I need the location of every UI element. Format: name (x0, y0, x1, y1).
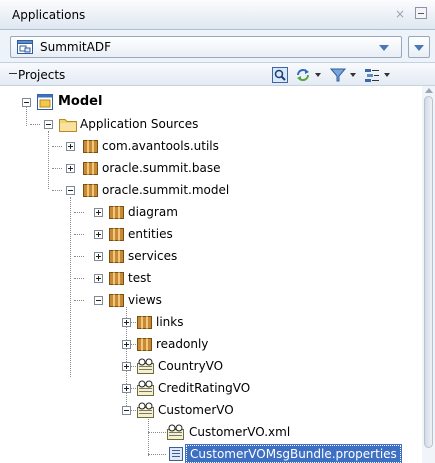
package-icon (109, 205, 124, 222)
package-icon (83, 139, 98, 156)
funnel-filter-icon[interactable] (329, 67, 347, 86)
expand-toggle[interactable] (122, 340, 131, 349)
tree-node-file-selected[interactable]: CustomerVOMsgBundle.properties (185, 444, 402, 463)
application-menu-button[interactable] (408, 36, 430, 58)
package-icon (109, 293, 124, 310)
tree-node-view-object[interactable]: CountryVO (158, 358, 223, 374)
collapse-toggle[interactable] (66, 186, 75, 195)
projects-bar: Projects (0, 62, 435, 86)
sync-icon[interactable] (295, 67, 311, 86)
xml-file-icon (167, 424, 185, 443)
package-icon (137, 315, 152, 332)
collapse-toggle[interactable] (44, 120, 53, 129)
expand-toggle[interactable] (122, 362, 131, 371)
project-tree: Model Application Sources com.avantools.… (0, 86, 419, 463)
view-object-icon (137, 402, 155, 421)
application-name: SummitADF (40, 40, 111, 54)
package-icon (137, 337, 152, 354)
properties-file-icon (168, 446, 184, 463)
application-selector[interactable]: SummitADF (10, 36, 402, 58)
filter-dropdown-arrow[interactable] (350, 73, 356, 77)
collapse-projects-icon[interactable] (9, 69, 17, 77)
tree-node-package[interactable]: oracle.summit.base (102, 160, 220, 176)
options-dropdown-arrow[interactable] (384, 73, 390, 77)
package-icon (83, 161, 98, 178)
collapse-toggle[interactable] (22, 98, 31, 107)
view-object-icon (137, 380, 155, 399)
expand-toggle[interactable] (94, 230, 103, 239)
close-icon[interactable]: × (395, 7, 405, 21)
collapse-toggle[interactable] (94, 296, 103, 305)
tree-node-package[interactable]: test (128, 270, 151, 286)
expand-toggle[interactable] (66, 142, 75, 151)
view-object-icon (137, 358, 155, 377)
project-icon (37, 94, 53, 113)
expand-toggle[interactable] (122, 318, 131, 327)
tree-node-package[interactable]: views (128, 292, 162, 308)
package-icon (83, 183, 98, 200)
tree-node-package[interactable]: readonly (156, 336, 208, 352)
tree-node-package[interactable]: oracle.summit.model (102, 182, 229, 198)
package-icon (109, 227, 124, 244)
minimize-icon[interactable] (415, 7, 427, 19)
tree-node-package[interactable]: services (128, 248, 177, 264)
sync-dropdown-arrow[interactable] (315, 73, 321, 77)
tree-node-package[interactable]: entities (128, 226, 173, 242)
expand-toggle[interactable] (94, 208, 103, 217)
package-icon (109, 249, 124, 266)
application-icon (17, 40, 33, 57)
expand-toggle[interactable] (94, 252, 103, 261)
tree-node-view-object[interactable]: CustomerVO (158, 402, 234, 418)
vertical-scrollbar[interactable] (422, 86, 435, 463)
expand-toggle[interactable] (94, 274, 103, 283)
package-icon (109, 271, 124, 288)
tree-node-view-object[interactable]: CreditRatingVO (158, 380, 250, 396)
panel-titlebar: Applications × (0, 0, 435, 30)
filter-view-icon[interactable] (272, 67, 288, 86)
projects-label: Projects (18, 68, 66, 82)
tree-node-package[interactable]: com.avantools.utils (102, 138, 219, 154)
expand-toggle[interactable] (66, 164, 75, 173)
expand-toggle[interactable] (122, 384, 131, 393)
folder-icon (59, 117, 77, 135)
options-icon[interactable] (364, 67, 380, 86)
scroll-up-icon[interactable] (425, 88, 433, 93)
chevron-down-icon (379, 45, 389, 51)
collapse-toggle[interactable] (122, 406, 131, 415)
panel-title: Applications (12, 8, 86, 22)
scrollbar-thumb[interactable] (424, 96, 433, 448)
tree-node-file[interactable]: CustomerVO.xml (189, 424, 290, 440)
tree-node-application-sources[interactable]: Application Sources (80, 116, 198, 132)
tree-node-model[interactable]: Model (58, 94, 102, 110)
app-selector-row: SummitADF (0, 30, 435, 62)
tree-node-package[interactable]: diagram (128, 204, 178, 220)
tree-node-package[interactable]: links (156, 314, 183, 330)
